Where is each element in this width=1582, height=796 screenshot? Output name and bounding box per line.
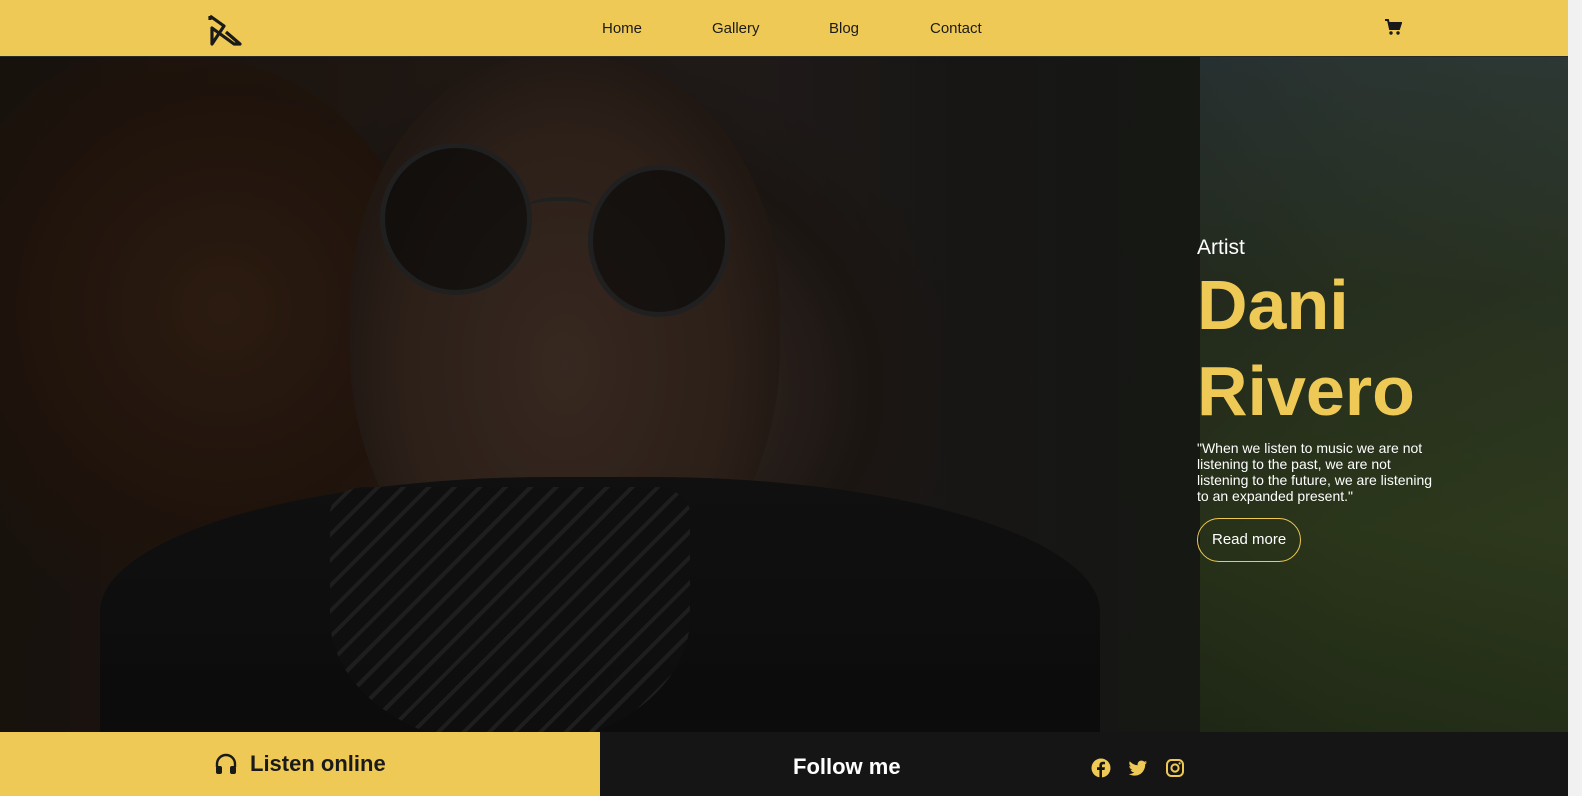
facebook-icon[interactable] bbox=[1091, 758, 1111, 778]
headphones-icon bbox=[215, 753, 237, 774]
listen-online-button[interactable]: Listen online bbox=[214, 751, 386, 777]
site-header: Home Gallery Blog Contact bbox=[0, 0, 1568, 57]
hero-quote: "When we listen to music we are not list… bbox=[1197, 440, 1433, 504]
hero-artist-name: Dani Rivero bbox=[1197, 262, 1437, 434]
read-more-button[interactable]: Read more bbox=[1197, 518, 1302, 562]
follow-panel bbox=[600, 732, 1568, 796]
hero-text-block: Artist Dani Rivero "When we listen to mu… bbox=[1197, 236, 1437, 562]
listen-online-label: Listen online bbox=[250, 751, 386, 776]
twitter-icon[interactable] bbox=[1128, 758, 1148, 778]
nav-blog[interactable]: Blog bbox=[829, 20, 859, 37]
hero-name-last: Rivero bbox=[1197, 352, 1415, 430]
hero-role: Artist bbox=[1197, 236, 1245, 259]
hero-section: Artist Dani Rivero "When we listen to mu… bbox=[0, 57, 1568, 732]
listen-online-panel: Listen online bbox=[0, 732, 600, 796]
nav-contact[interactable]: Contact bbox=[930, 20, 982, 37]
nav-home[interactable]: Home bbox=[602, 20, 642, 37]
page-scrollbar[interactable] bbox=[1568, 0, 1582, 796]
hero-name-first: Dani bbox=[1197, 266, 1349, 344]
shopping-cart-icon[interactable] bbox=[1384, 18, 1402, 36]
nav-gallery[interactable]: Gallery bbox=[712, 20, 760, 37]
follow-me-label: Follow me bbox=[793, 754, 901, 779]
dr-logo-icon[interactable] bbox=[206, 12, 242, 48]
instagram-icon[interactable] bbox=[1165, 758, 1185, 778]
